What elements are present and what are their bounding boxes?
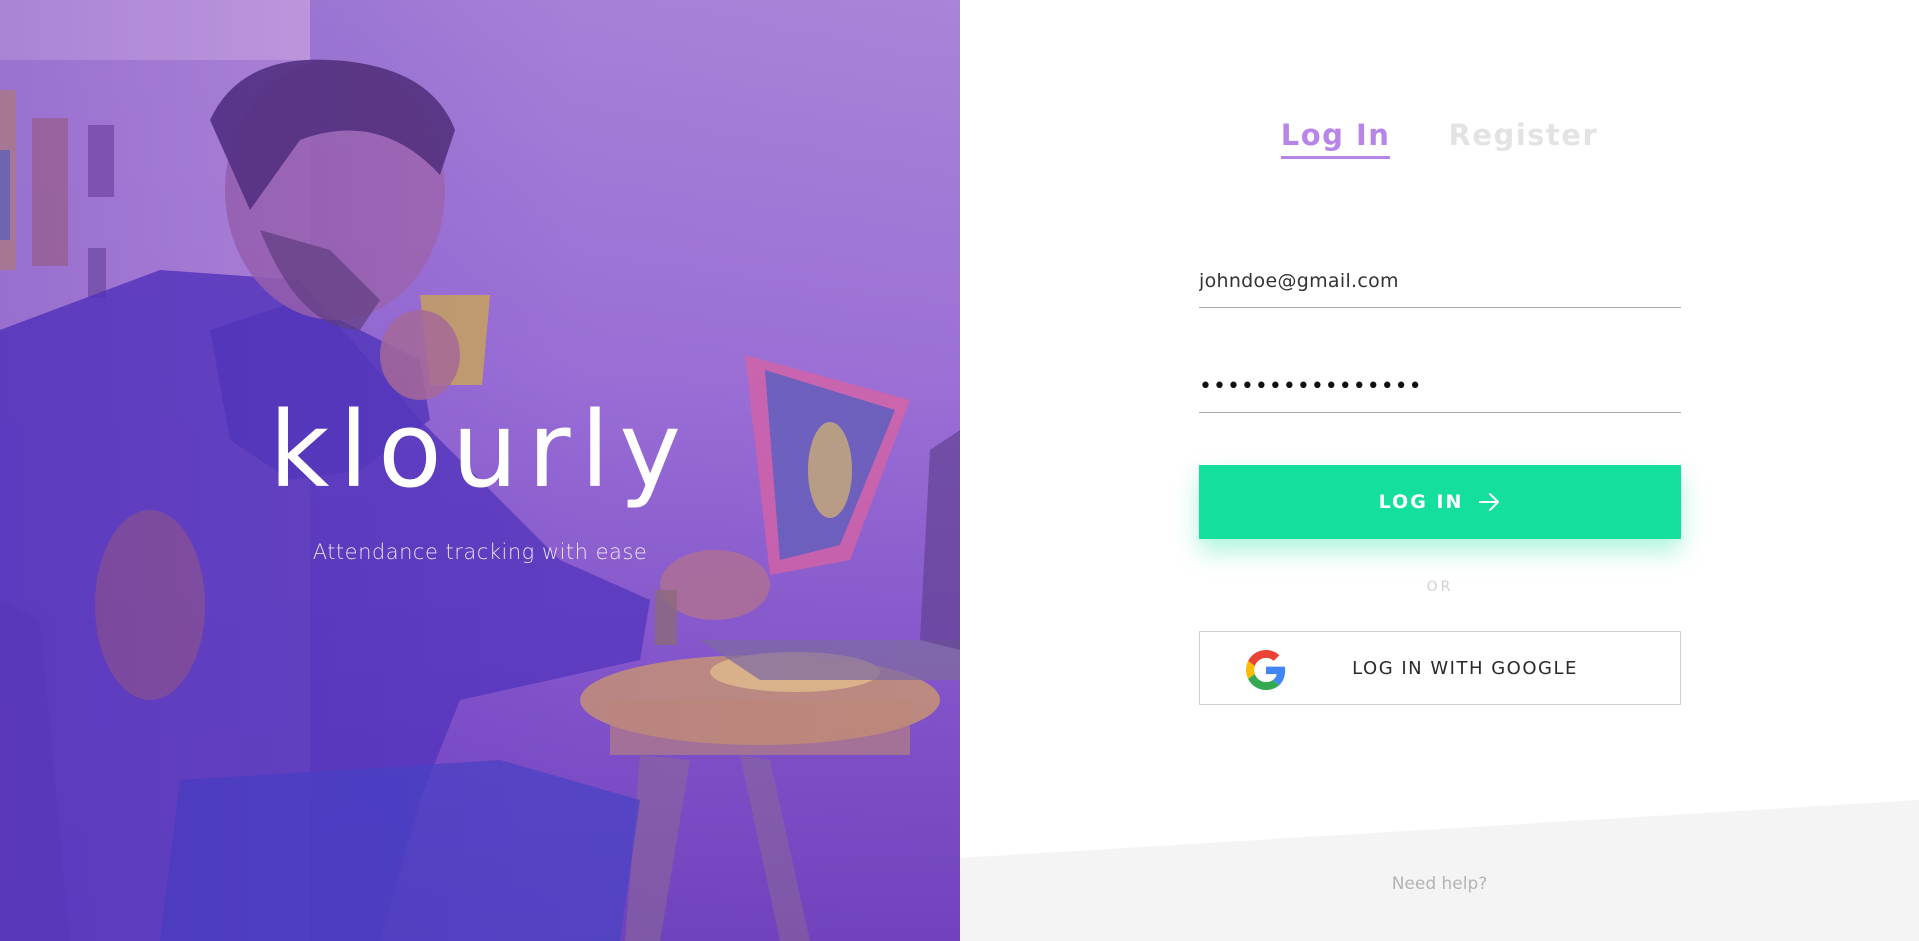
login-page: klourly Attendance tracking with ease Lo… — [0, 0, 1919, 941]
login-form: LOG IN OR LOG IN WITH GOOGLE — [1199, 255, 1681, 705]
login-button-label: LOG IN — [1378, 491, 1464, 513]
tab-register[interactable]: Register — [1448, 118, 1598, 159]
email-input[interactable] — [1199, 270, 1681, 292]
brand-tagline: Attendance tracking with ease — [312, 540, 648, 564]
tab-log-in[interactable]: Log In — [1280, 118, 1391, 159]
need-help-link[interactable]: Need help? — [960, 874, 1919, 894]
password-input[interactable] — [1199, 373, 1681, 399]
google-login-button[interactable]: LOG IN WITH GOOGLE — [1199, 631, 1681, 705]
auth-panel: Log In Register LOG IN OR — [960, 0, 1919, 941]
password-field — [1199, 360, 1681, 413]
email-field — [1199, 255, 1681, 308]
brand-logo-text: klourly — [269, 389, 691, 511]
or-divider: OR — [1426, 579, 1454, 595]
hero-panel: klourly Attendance tracking with ease — [0, 0, 960, 941]
arrow-right-icon — [1479, 492, 1501, 512]
google-logo-icon — [1246, 650, 1286, 690]
login-button[interactable]: LOG IN — [1199, 465, 1681, 539]
auth-tabs: Log In Register — [960, 118, 1919, 159]
